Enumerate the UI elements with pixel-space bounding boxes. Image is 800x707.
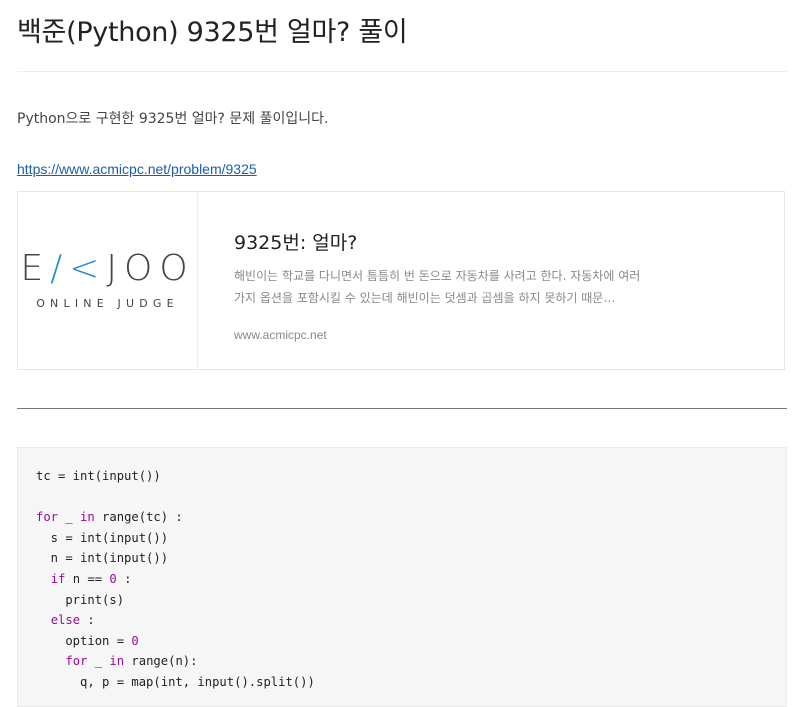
- code-line: option = 0: [36, 631, 768, 652]
- code-text: print(s): [36, 592, 125, 607]
- code-text: range(tc) :: [94, 510, 183, 525]
- card-host: www.acmicpc.net: [234, 328, 327, 342]
- post-title: 백준(Python) 9325번 얼마? 풀이: [17, 17, 408, 48]
- post-intro: Python으로 구현한 9325번 얼마? 문제 풀이입니다.: [17, 111, 329, 127]
- code-line: q, p = map(int, input().split()): [36, 672, 768, 693]
- code-number: 0: [131, 633, 139, 648]
- logo-text-left: E: [20, 248, 51, 289]
- code-line: for _ in range(tc) :: [36, 507, 768, 528]
- card-description: 해빈이는 학교를 다니면서 틈틈히 번 돈으로 자동차를 사려고 한다. 자동차…: [234, 269, 641, 305]
- code-line: else :: [36, 610, 768, 631]
- logo-subtitle: ONLINE JUDGE: [36, 297, 179, 310]
- card-title[interactable]: 9325번: 얼마?: [234, 228, 654, 255]
- code-keyword: for: [36, 510, 59, 525]
- code-text: range(n):: [124, 654, 198, 669]
- code-number: 0: [109, 571, 117, 586]
- code-keyword: in: [80, 510, 95, 525]
- code-line: print(s): [36, 590, 768, 611]
- code-line: tc = int(input()): [36, 466, 768, 487]
- code-text: :: [80, 613, 95, 628]
- code-line: n = int(input()): [36, 548, 768, 569]
- link-preview-card[interactable]: E/<JOO ONLINE JUDGE 9325번: 얼마? 해빈이는 학교를 …: [17, 191, 785, 370]
- code-text: :: [116, 571, 132, 586]
- code-text: _: [58, 510, 81, 525]
- code-block: tc = int(input()) for _ in range(tc) : s …: [17, 447, 787, 707]
- code-text: _: [87, 654, 110, 669]
- code-keyword: else: [50, 613, 81, 628]
- code-keyword: for: [65, 654, 88, 669]
- code-text: n ==: [65, 571, 110, 586]
- card-thumbnail: E/<JOO ONLINE JUDGE: [18, 192, 198, 369]
- code-text: n = int(input()): [36, 551, 169, 566]
- code-keyword: if: [50, 571, 66, 586]
- code-text: option =: [36, 633, 132, 648]
- logo-text-accent: /<: [50, 248, 107, 289]
- code-line: s = int(input()): [36, 528, 768, 549]
- code-line: if n == 0 :: [36, 569, 768, 590]
- baekjoon-logo: E/<JOO: [20, 251, 194, 287]
- problem-link[interactable]: https://www.acmicpc.net/problem/9325: [17, 161, 257, 177]
- code-text: s = int(input()): [36, 530, 169, 545]
- code-content: tc = int(input()) for _ in range(tc) : s …: [36, 466, 768, 693]
- code-text: tc = int(input()): [36, 469, 161, 483]
- code-line: for _ in range(n):: [36, 651, 768, 672]
- card-body: 9325번: 얼마? 해빈이는 학교를 다니면서 틈틈히 번 돈으로 자동차를 …: [198, 192, 654, 369]
- section-divider: [17, 408, 787, 409]
- code-keyword: in: [109, 654, 125, 669]
- logo-text-right: JOO: [106, 248, 195, 289]
- title-divider: [17, 71, 787, 72]
- code-text: q, p = map(int, input().split()): [36, 674, 315, 689]
